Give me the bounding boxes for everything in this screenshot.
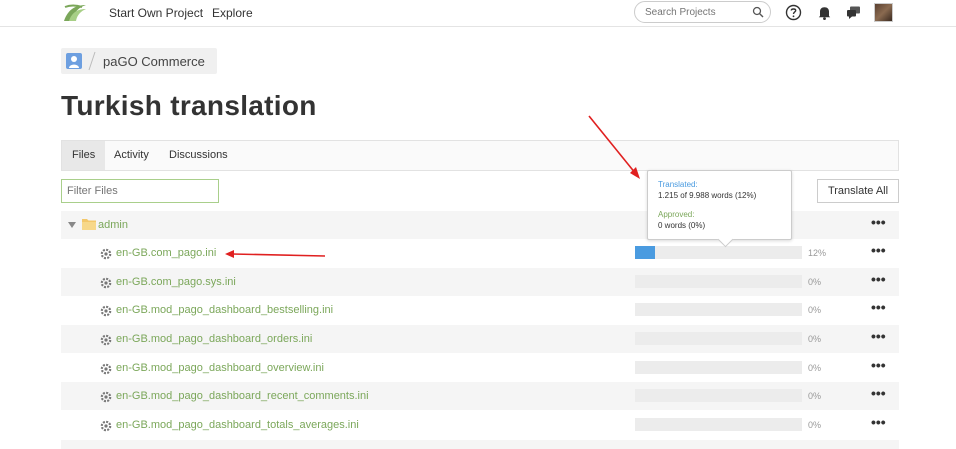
progress-bar [635,389,802,402]
more-options-button[interactable]: ••• [871,214,886,230]
nav-start-own-project[interactable]: Start Own Project [109,6,203,20]
bell-icon[interactable] [816,4,833,21]
file-link[interactable]: en-GB.mod_pago_dashboard_orders.ini [116,333,312,345]
percent-label: 12% [808,248,827,258]
file-link[interactable]: en-GB.mod_pago_dashboard_totals_averages… [116,419,359,431]
tab-discussions[interactable]: Discussions [159,141,238,170]
progress-bar [635,418,802,431]
progress-bar [635,246,802,259]
file-link[interactable]: en-GB.com_pago.sys.ini [116,276,236,288]
file-row[interactable]: en-GB.com_pago.ini 12% ••• [61,239,899,267]
search-input[interactable] [645,5,755,20]
file-row[interactable]: en-GB.mod_pago_dashboard_totals_averages… [61,411,899,439]
file-link[interactable]: en-GB.mod_pago_dashboard_overview.ini [116,362,324,374]
file-row[interactable]: en-GB.mod_pago_dashboard_orders.ini 0% •… [61,325,899,353]
gear-file-icon [100,391,112,403]
filter-files-field[interactable] [61,179,219,203]
tab-activity[interactable]: Activity [104,141,159,170]
translate-all-button[interactable]: Translate All [817,179,899,203]
tooltip-approved-value: 0 words (0%) [658,221,706,230]
gear-file-icon [100,363,112,375]
chat-icon[interactable] [845,4,862,21]
breadcrumb: paGO Commerce [61,48,217,74]
percent-label: 0% [808,334,822,344]
tab-files[interactable]: Files [62,141,106,170]
progress-bar-fill [635,246,656,259]
percent-label: 0% [808,420,822,430]
gear-file-icon [100,334,112,346]
percent-label: 0% [808,391,822,401]
progress-bar [635,275,802,288]
user-avatar[interactable] [874,3,893,22]
gear-file-icon [100,305,112,317]
file-link[interactable]: en-GB.mod_pago_dashboard_bestselling.ini [116,304,333,316]
progress-bar [635,361,802,374]
tooltip-translated-heading: Translated: [658,180,698,189]
file-row-partial [61,440,899,449]
search-box[interactable] [634,1,771,23]
breadcrumb-separator-icon [88,51,96,71]
percent-label: 0% [808,277,822,287]
more-options-button[interactable]: ••• [871,328,886,344]
percent-label: 0% [808,305,822,315]
gear-file-icon [100,248,112,260]
user-silhouette-icon [69,56,79,68]
folder-icon [82,219,96,230]
more-options-button[interactable]: ••• [871,385,886,401]
expand-triangle-icon[interactable] [68,221,76,229]
project-avatar-icon [66,53,82,69]
progress-bar [635,332,802,345]
tab-bar: Files Activity Discussions [61,140,899,171]
nav-explore[interactable]: Explore [212,6,253,20]
help-icon[interactable] [785,4,802,21]
file-row[interactable]: en-GB.com_pago.sys.ini 0% ••• [61,268,899,296]
file-link[interactable]: en-GB.com_pago.ini [116,247,216,259]
progress-bar [635,303,802,316]
filter-files-input[interactable] [62,180,218,202]
percent-label: 0% [808,363,822,373]
search-icon[interactable] [752,6,764,18]
file-row[interactable]: en-GB.mod_pago_dashboard_overview.ini 0%… [61,354,899,382]
file-row[interactable]: en-GB.mod_pago_dashboard_recent_comments… [61,382,899,410]
more-options-button[interactable]: ••• [871,299,886,315]
tooltip-translated-value: 1.215 of 9.988 words (12%) [658,191,757,200]
more-options-button[interactable]: ••• [871,357,886,373]
breadcrumb-project-link[interactable]: paGO Commerce [103,54,205,69]
file-link[interactable]: en-GB.mod_pago_dashboard_recent_comments… [116,390,369,402]
progress-tooltip: Translated: 1.215 of 9.988 words (12%) A… [647,170,792,240]
file-row[interactable]: en-GB.mod_pago_dashboard_bestselling.ini… [61,296,899,324]
top-navbar: Start Own Project Explore [0,0,956,27]
page-title: Turkish translation [61,90,317,121]
more-options-button[interactable]: ••• [871,271,886,287]
gear-file-icon [100,420,112,432]
logo-icon[interactable] [62,3,88,23]
more-options-button[interactable]: ••• [871,414,886,430]
gear-file-icon [100,277,112,289]
folder-label[interactable]: admin [98,219,128,231]
more-options-button[interactable]: ••• [871,242,886,258]
tooltip-approved-heading: Approved: [658,210,695,219]
